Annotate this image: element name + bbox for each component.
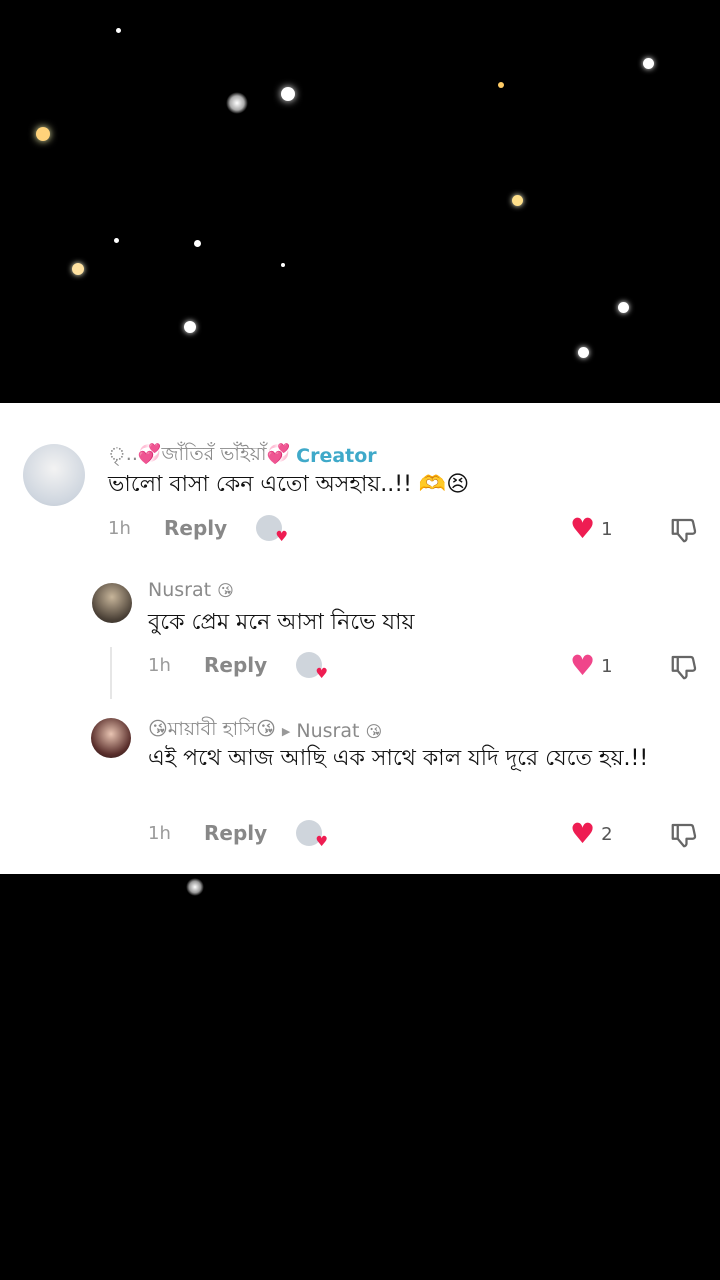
star: [184, 321, 196, 333]
reply-button[interactable]: Reply: [204, 821, 296, 845]
video-background-top: [0, 0, 720, 403]
comment-time: 1h: [108, 517, 131, 539]
heart-icon: ♥: [570, 817, 596, 850]
creator-badge: Creator: [296, 445, 377, 467]
like-count: 2: [601, 823, 613, 845]
author-emoji: 😘: [217, 580, 234, 600]
comment-meta: 1h Reply ♥: [148, 652, 328, 682]
comments-panel: ৃ..💞জাঁতিরঁ ভাঁইয়াঁ💞 Creator ভালো বাসা …: [0, 403, 720, 874]
creator-liked-avatar: ♥: [296, 820, 328, 850]
comment-author[interactable]: Nusrat: [148, 579, 211, 601]
like-button[interactable]: ♥ 2: [570, 820, 613, 848]
reply-to-author[interactable]: Nusrat: [296, 720, 359, 742]
comment-author-row: Nusrat 😘: [148, 579, 234, 601]
comment-author[interactable]: ৃ..💞জাঁতিরঁ ভাঁইয়াঁ💞: [108, 440, 290, 472]
video-background-bottom: [0, 874, 720, 1280]
comment-text: এই পথে আজ আছি এক সাথে কাল যদি দূরে যেতে …: [148, 746, 649, 771]
thumbs-down-icon[interactable]: [669, 652, 699, 682]
triangle-right-icon: ▶: [281, 724, 291, 738]
heart-icon: ♥: [315, 666, 328, 682]
comment-text: বুকে প্রেম মনে আসা নিভে যায়: [148, 610, 415, 635]
comment-meta: 1h Reply ♥: [148, 820, 328, 850]
thumbs-down-icon[interactable]: [669, 820, 699, 850]
comment-author-row: ৃ..💞জাঁতিরঁ ভাঁইয়াঁ💞 Creator: [108, 440, 377, 472]
heart-icon: ♥: [315, 834, 328, 850]
like-count: 1: [601, 655, 613, 677]
star: [116, 28, 121, 33]
thread-line: [110, 647, 112, 699]
comment-meta: 1h Reply ♥: [108, 515, 288, 545]
star: [512, 195, 523, 206]
star: [72, 263, 84, 275]
avatar[interactable]: [91, 718, 131, 758]
avatar[interactable]: [92, 583, 132, 623]
heart-icon: ♥: [275, 529, 288, 545]
comment-time: 1h: [148, 822, 171, 844]
star: [281, 87, 295, 101]
heart-icon: ♥: [570, 512, 596, 545]
comment-text: ভালো বাসা কেন এতো অসহায়..!! 🫶😣: [108, 472, 470, 497]
star: [226, 92, 248, 114]
like-count: 1: [601, 518, 613, 540]
creator-liked-avatar: ♥: [256, 515, 288, 545]
heart-icon: ♥: [570, 649, 596, 682]
reply-to-emoji: 😘: [365, 721, 383, 741]
star: [498, 82, 504, 88]
like-button[interactable]: ♥ 1: [570, 515, 613, 543]
star: [643, 58, 654, 69]
comment-time: 1h: [148, 654, 171, 676]
star: [186, 878, 204, 896]
star: [36, 127, 50, 141]
star: [194, 240, 201, 247]
creator-liked-avatar: ♥: [296, 652, 328, 682]
star: [578, 347, 589, 358]
thumbs-down-icon[interactable]: [669, 515, 699, 545]
star: [281, 263, 285, 267]
like-button[interactable]: ♥ 1: [570, 652, 613, 680]
star: [618, 302, 629, 313]
avatar[interactable]: [23, 444, 85, 506]
star: [114, 238, 119, 243]
reply-button[interactable]: Reply: [164, 516, 256, 540]
reply-button[interactable]: Reply: [204, 653, 296, 677]
